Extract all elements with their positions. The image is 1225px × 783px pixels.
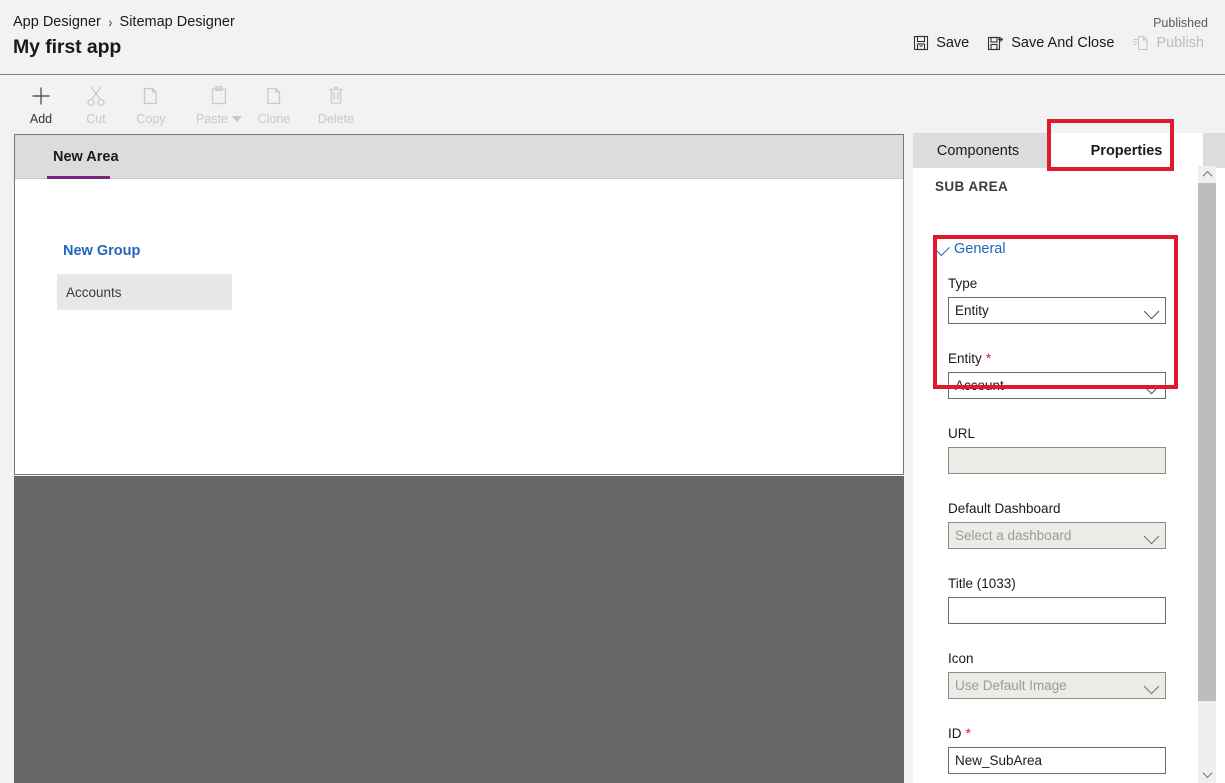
scroll-up-button[interactable] <box>1198 166 1216 183</box>
default-dashboard-value: Select a dashboard <box>955 528 1072 543</box>
scroll-down-button[interactable] <box>1198 766 1216 783</box>
publish-button: Publish <box>1123 32 1213 54</box>
area-tab-active-indicator <box>47 176 110 179</box>
command-ribbon: Add Cut Copy Paste Clone Delete <box>0 76 1225 133</box>
ribbon-clone-label: Clone <box>257 112 291 126</box>
ribbon-copy-button: Copy <box>122 82 180 130</box>
required-marker: * <box>985 350 992 366</box>
field-type-label: Type <box>948 276 978 291</box>
chevron-down-icon <box>1143 678 1160 695</box>
panel-section-header: SUB AREA <box>935 179 1009 194</box>
entity-dropdown-value: Account <box>955 378 1004 393</box>
page-title: My first app <box>13 36 122 58</box>
ribbon-cut-button: Cut <box>67 82 125 130</box>
area-tab-new-area[interactable]: New Area <box>47 135 125 179</box>
ribbon-paste-label: Paste <box>196 112 242 126</box>
ribbon-delete-label: Delete <box>317 112 355 126</box>
chevron-down-icon <box>932 239 950 257</box>
chevron-down-icon <box>1143 378 1160 395</box>
breadcrumb-item-sitemap-designer[interactable]: Sitemap Designer <box>120 14 235 30</box>
ribbon-clone-button: Clone <box>245 82 303 130</box>
clipboard-icon <box>209 83 229 109</box>
sitemap-canvas: New Area New Group Accounts <box>14 134 904 475</box>
scissors-icon <box>86 83 106 109</box>
field-url-label: URL <box>948 426 976 441</box>
id-input[interactable]: New_SubArea <box>948 747 1166 774</box>
save-button-label: Save <box>936 35 970 51</box>
field-icon-label: Icon <box>948 651 974 666</box>
ribbon-delete-button: Delete <box>307 82 365 130</box>
area-tab-bar: New Area <box>15 135 903 179</box>
icon-dropdown-value: Use Default Image <box>955 678 1067 693</box>
breadcrumb: App Designer › Sitemap Designer <box>13 14 235 30</box>
ribbon-add-button[interactable]: Add <box>12 82 70 130</box>
field-id-label: ID * <box>948 725 971 741</box>
tab-components[interactable]: Components <box>913 133 1043 168</box>
field-id: ID * New_SubArea <box>948 726 1166 774</box>
sitemap-designer-window: App Designer › Sitemap Designer My first… <box>0 0 1225 783</box>
save-and-close-button-label: Save And Close <box>1011 35 1115 51</box>
group-title-new-group[interactable]: New Group <box>63 243 140 259</box>
area-tab-label: New Area <box>53 149 119 165</box>
plus-icon <box>30 83 52 109</box>
save-icon <box>913 35 929 51</box>
ribbon-add-label: Add <box>29 112 53 126</box>
publish-status-label: Published <box>1153 16 1208 30</box>
publish-button-label: Publish <box>1156 35 1204 51</box>
subarea-item-accounts[interactable]: Accounts <box>57 274 232 310</box>
clone-icon <box>264 83 284 109</box>
properties-panel-scrollbar[interactable] <box>1198 166 1216 783</box>
header-action-bar: Save Save And Close Publish <box>904 32 1213 54</box>
tab-properties-label: Properties <box>1090 142 1163 159</box>
field-title: Title (1033) <box>948 576 1166 624</box>
canvas-dimmed-overlay <box>14 476 904 783</box>
copy-icon <box>141 83 161 109</box>
chevron-down-icon <box>1143 528 1160 545</box>
breadcrumb-item-app-designer[interactable]: App Designer <box>13 14 101 30</box>
field-url: URL <box>948 426 1166 474</box>
field-entity: Entity * Account <box>948 351 1166 399</box>
field-entity-label: Entity * <box>948 350 992 366</box>
field-default-dashboard: Default Dashboard Select a dashboard <box>948 501 1166 549</box>
title-input[interactable] <box>948 597 1166 624</box>
chevron-up-icon <box>1202 170 1212 181</box>
ribbon-cut-label: Cut <box>86 112 106 126</box>
app-header: App Designer › Sitemap Designer My first… <box>0 0 1225 75</box>
icon-dropdown: Use Default Image <box>948 672 1166 699</box>
chevron-down-icon <box>1143 303 1160 320</box>
panel-tab-bar: Components Properties <box>913 133 1225 168</box>
default-dashboard-dropdown: Select a dashboard <box>948 522 1166 549</box>
save-button[interactable]: Save <box>904 32 978 54</box>
field-default-dashboard-label: Default Dashboard <box>948 501 1061 516</box>
required-marker: * <box>965 725 971 741</box>
properties-panel: Components Properties SUB AREA General T… <box>913 133 1225 783</box>
id-input-value: New_SubArea <box>955 753 1043 768</box>
general-section-label: General <box>954 241 1006 257</box>
type-dropdown-value: Entity <box>955 303 989 318</box>
entity-dropdown[interactable]: Account <box>948 372 1166 399</box>
ribbon-paste-button: Paste <box>186 82 252 130</box>
chevron-down-icon[interactable] <box>231 116 242 122</box>
chevron-right-icon: › <box>108 14 113 30</box>
properties-panel-body: SUB AREA General Type Entity Entity * Ac… <box>913 168 1209 783</box>
publish-icon <box>1132 35 1149 51</box>
field-type: Type Entity <box>948 276 1166 324</box>
ribbon-copy-label: Copy <box>136 112 166 126</box>
url-input <box>948 447 1166 474</box>
tab-properties[interactable]: Properties <box>1050 133 1203 168</box>
chevron-down-icon <box>1202 768 1212 779</box>
field-title-label: Title (1033) <box>948 576 1016 591</box>
type-dropdown[interactable]: Entity <box>948 297 1166 324</box>
field-icon: Icon Use Default Image <box>948 651 1166 699</box>
save-and-close-icon <box>987 35 1004 51</box>
save-and-close-button[interactable]: Save And Close <box>978 32 1123 54</box>
general-section-toggle[interactable]: General <box>932 239 1006 257</box>
scrollbar-thumb[interactable] <box>1198 183 1216 701</box>
tab-components-label: Components <box>936 142 1020 159</box>
trash-icon <box>326 83 346 109</box>
